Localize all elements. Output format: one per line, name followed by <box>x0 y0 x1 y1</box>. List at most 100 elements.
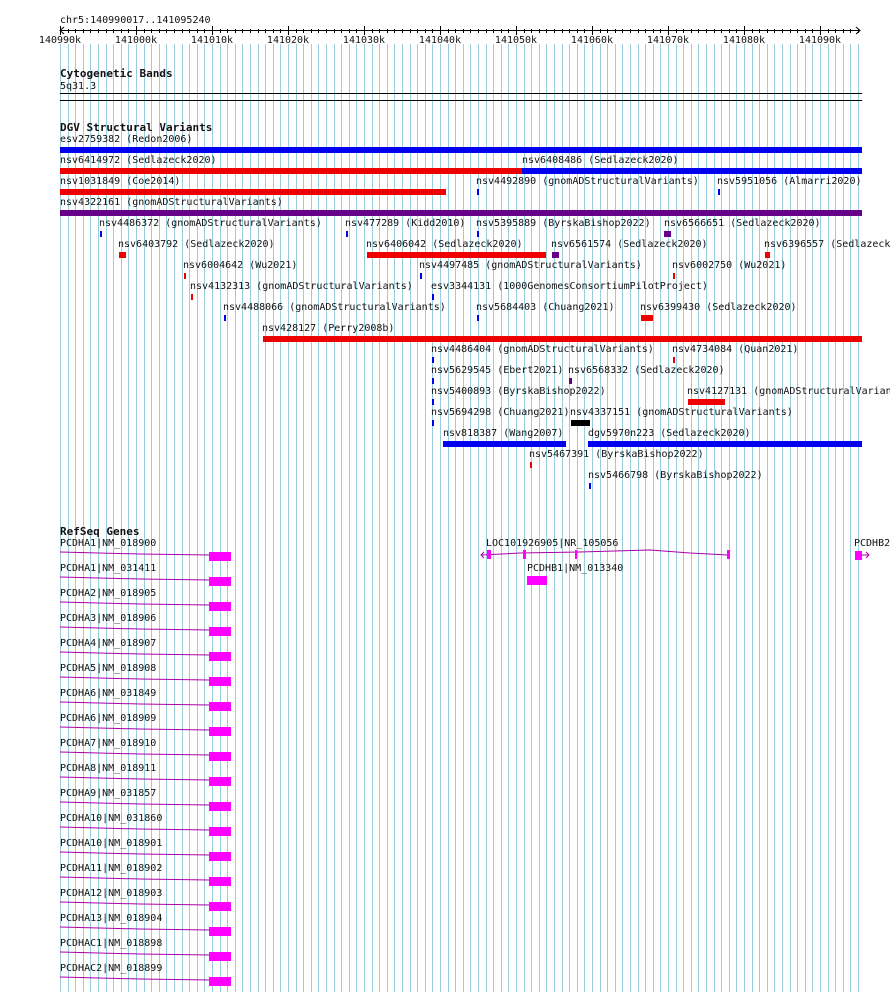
gene-label[interactable]: PCDHB1|NM_013340 <box>527 563 623 574</box>
variant-bar[interactable] <box>673 273 675 279</box>
gene-label[interactable]: LOC101926905|NR_105056 <box>486 538 618 549</box>
feature-label[interactable]: nsv5629545 (Ebert2021) <box>431 365 563 376</box>
variant-bar[interactable] <box>641 315 653 321</box>
gene-label[interactable]: PCDHA6|NM_018909 <box>60 713 156 724</box>
feature-label[interactable]: nsv6414972 (Sedlazeck2020) <box>60 155 217 166</box>
gene-label[interactable]: PCDHA10|NM_031860 <box>60 813 162 824</box>
variant-bar[interactable] <box>522 168 862 174</box>
gene-label[interactable]: PCDHA4|NM_018907 <box>60 638 156 649</box>
variant-bar[interactable] <box>60 147 862 153</box>
variant-bar[interactable] <box>60 210 862 216</box>
variant-bar[interactable] <box>588 441 862 447</box>
variant-bar[interactable] <box>589 483 591 489</box>
variant-bar[interactable] <box>420 273 422 279</box>
gene-label[interactable]: PCDHA1|NM_031411 <box>60 563 156 574</box>
gene-label[interactable]: PCDHA9|NM_031857 <box>60 788 156 799</box>
gene-label[interactable]: PCDHB2 <box>854 538 890 549</box>
variant-bar[interactable] <box>184 273 186 279</box>
ruler-tick-label: 141080k <box>722 35 766 46</box>
feature-label[interactable]: nsv428127 (Perry2008b) <box>262 323 394 334</box>
feature-label[interactable]: nsv4322161 (gnomADStructuralVariants) <box>60 197 283 208</box>
feature-label[interactable]: nsv5951056 (Almarri2020) <box>717 176 862 187</box>
ruler-tick-label: 141060k <box>570 35 614 46</box>
feature-label[interactable]: nsv5684403 (Chuang2021) <box>476 302 614 313</box>
feature-label[interactable]: dgv5970n223 (Sedlazeck2020) <box>588 428 751 439</box>
feature-label[interactable]: nsv6399430 (Sedlazeck2020) <box>640 302 797 313</box>
feature-label[interactable]: nsv4497485 (gnomADStructuralVariants) <box>419 260 642 271</box>
gene-label[interactable]: PCDHA13|NM_018904 <box>60 913 162 924</box>
feature-label[interactable]: nsv6566651 (Sedlazeck2020) <box>664 218 821 229</box>
gene-label[interactable]: PCDHA11|NM_018902 <box>60 863 162 874</box>
variant-bar[interactable] <box>552 252 559 258</box>
feature-label[interactable]: nsv477289 (Kidd2010) <box>345 218 465 229</box>
variant-bar[interactable] <box>664 231 671 237</box>
feature-label[interactable]: nsv4127131 (gnomADStructuralVarian <box>687 386 890 397</box>
feature-label[interactable]: nsv4486404 (gnomADStructuralVariants) <box>431 344 654 355</box>
feature-label[interactable]: nsv1031849 (Coe2014) <box>60 176 180 187</box>
variant-bar[interactable] <box>571 420 590 426</box>
gene-label[interactable]: PCDHA12|NM_018903 <box>60 888 162 899</box>
feature-label[interactable]: nsv5400893 (ByrskaBishop2022) <box>431 386 606 397</box>
track-divider <box>60 100 862 101</box>
variant-bar[interactable] <box>432 357 434 363</box>
variant-bar[interactable] <box>569 378 572 384</box>
variant-bar[interactable] <box>367 252 546 258</box>
gene-label[interactable]: PCDHA8|NM_018911 <box>60 763 156 774</box>
variant-bar[interactable] <box>60 168 522 174</box>
feature-label[interactable]: nsv4488066 (gnomADStructuralVariants) <box>223 302 446 313</box>
feature-label[interactable]: nsv5395889 (ByrskaBishop2022) <box>476 218 651 229</box>
gene-label[interactable]: PCDHAC1|NM_018898 <box>60 938 162 949</box>
gene-label[interactable]: PCDHA2|NM_018905 <box>60 588 156 599</box>
variant-bar[interactable] <box>530 462 532 468</box>
feature-label[interactable]: nsv6002750 (Wu2021) <box>672 260 786 271</box>
variant-bar[interactable] <box>477 189 479 195</box>
feature-label[interactable]: nsv6408486 (Sedlazeck2020) <box>522 155 679 166</box>
feature-label[interactable]: esv3344131 (1000GenomesConsortiumPilotPr… <box>431 281 708 292</box>
gene-label[interactable]: PCDHA3|NM_018906 <box>60 613 156 624</box>
variant-bar[interactable] <box>60 189 446 195</box>
feature-label[interactable]: nsv6004642 (Wu2021) <box>183 260 297 271</box>
variant-bar[interactable] <box>765 252 770 258</box>
ruler-tick-label: 141030k <box>342 35 386 46</box>
feature-label[interactable]: nsv4734084 (Quan2021) <box>672 344 798 355</box>
feature-label[interactable]: nsv5694298 (Chuang2021) <box>431 407 569 418</box>
variant-bar[interactable] <box>443 441 566 447</box>
track-title: DGV Structural Variants <box>60 121 213 134</box>
gene-label[interactable]: PCDHA10|NM_018901 <box>60 838 162 849</box>
gene-label[interactable]: PCDHAC2|NM_018899 <box>60 963 162 974</box>
gene-label[interactable]: PCDHA7|NM_018910 <box>60 738 156 749</box>
feature-label[interactable]: nsv6561574 (Sedlazeck2020) <box>551 239 708 250</box>
variant-bar[interactable] <box>718 189 720 195</box>
feature-label[interactable]: nsv4492890 (gnomADStructuralVariants) <box>476 176 699 187</box>
variant-bar[interactable] <box>432 378 434 384</box>
feature-label[interactable]: nsv4337151 (gnomADStructuralVariants) <box>570 407 793 418</box>
feature-label[interactable]: nsv6396557 (Sedlazeck <box>764 239 890 250</box>
feature-label[interactable]: nsv4132313 (gnomADStructuralVariants) <box>190 281 413 292</box>
variant-bar[interactable] <box>477 231 479 237</box>
feature-label[interactable]: nsv6406042 (Sedlazeck2020) <box>366 239 523 250</box>
feature-label[interactable]: nsv6403792 (Sedlazeck2020) <box>118 239 275 250</box>
gene-label[interactable]: PCDHA6|NM_031849 <box>60 688 156 699</box>
ruler-tick-label: 140990k <box>38 35 82 46</box>
variant-bar[interactable] <box>477 315 479 321</box>
variant-bar[interactable] <box>263 336 862 342</box>
gene-label[interactable]: PCDHA5|NM_018908 <box>60 663 156 674</box>
variant-bar[interactable] <box>346 231 348 237</box>
feature-label[interactable]: nsv4486372 (gnomADStructuralVariants) <box>99 218 322 229</box>
variant-bar[interactable] <box>432 420 434 426</box>
variant-bar[interactable] <box>119 252 126 258</box>
variant-bar[interactable] <box>191 294 193 300</box>
variant-bar[interactable] <box>673 357 675 363</box>
feature-label[interactable]: nsv5466798 (ByrskaBishop2022) <box>588 470 763 481</box>
feature-label[interactable]: esv2759382 (Redon2006) <box>60 134 192 145</box>
variant-bar[interactable] <box>432 399 434 405</box>
variant-bar[interactable] <box>432 294 434 300</box>
variant-bar[interactable] <box>100 231 102 237</box>
feature-label[interactable]: nsv6568332 (Sedlazeck2020) <box>568 365 725 376</box>
feature-label[interactable]: nsv818387 (Wang2007) <box>443 428 563 439</box>
variant-bar[interactable] <box>224 315 226 321</box>
gene-label[interactable]: PCDHA1|NM_018900 <box>60 538 156 549</box>
variant-bar[interactable] <box>688 399 725 405</box>
feature-label[interactable]: nsv5467391 (ByrskaBishop2022) <box>529 449 704 460</box>
ruler-tick-label: 141050k <box>494 35 538 46</box>
